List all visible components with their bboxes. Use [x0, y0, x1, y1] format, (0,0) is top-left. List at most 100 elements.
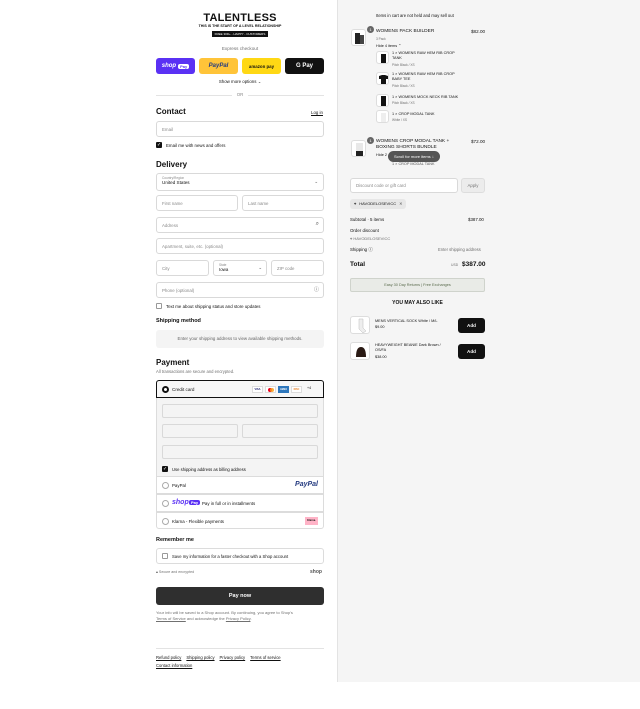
shop-logo: shop: [310, 569, 322, 575]
hide-items-toggle[interactable]: Hide 2: [376, 153, 387, 157]
card-expiry-field[interactable]: [162, 424, 238, 438]
radio-selected[interactable]: [162, 386, 169, 393]
mastercard-icon: [265, 386, 276, 393]
country-select[interactable]: Country/Region United States ⌄: [156, 173, 324, 191]
discount-code-field[interactable]: Discount code or gift card: [350, 178, 458, 193]
apartment-field[interactable]: Apartment, suite, etc. (optional): [156, 238, 324, 254]
payment-subtitle: All transactions are secure and encrypte…: [156, 369, 235, 374]
phone-field[interactable]: Phone (optional) ⓘ: [156, 282, 324, 298]
refund-policy-link[interactable]: Refund policy: [156, 655, 181, 660]
footer-links: Refund policy Shipping policy Privacy po…: [156, 655, 281, 660]
paypal-button[interactable]: PayPal: [199, 58, 238, 74]
state-select[interactable]: State Iowa ⌄: [213, 260, 267, 276]
hide-items-toggle[interactable]: Hide 4 items ⌃: [376, 43, 401, 48]
shipping-value: Enter shipping address: [438, 247, 481, 252]
subitem-thumbnail: [376, 110, 389, 123]
radio-unselected[interactable]: [162, 518, 169, 525]
subitem-thumbnail: [376, 51, 389, 64]
news-checkbox[interactable]: ✓: [156, 142, 162, 148]
apply-button[interactable]: Apply: [461, 178, 485, 193]
item-thumbnail: [351, 140, 366, 157]
shop-pay-button[interactable]: shop Pay: [156, 58, 195, 74]
subitem-thumbnail: [376, 94, 389, 107]
google-pay-button[interactable]: G Pay: [285, 58, 324, 74]
subitem-variant: Pitch Black / XS: [392, 101, 415, 105]
returns-banner: Easy 30 Day Returns | Free Exchanges: [350, 278, 485, 292]
pay-now-button[interactable]: Pay now: [156, 587, 324, 605]
news-checkbox-row[interactable]: ✓ Email me with news and offers: [156, 142, 225, 148]
billing-checkbox[interactable]: ✓: [162, 466, 168, 472]
add-button[interactable]: Add: [458, 344, 485, 359]
scroll-hint-pill[interactable]: Scroll for more items ↓: [388, 151, 440, 162]
currency-code: USD: [451, 263, 459, 267]
login-link[interactable]: Log in: [311, 110, 323, 115]
shipping-method-note: Enter your shipping address to view avai…: [156, 330, 324, 348]
upsell-thumbnail: [350, 316, 370, 334]
contact-title: Contact: [156, 107, 186, 116]
radio-unselected[interactable]: [162, 482, 169, 489]
brand-tagline: THIS IS THE START OF A LEVEL RELATIONSHI…: [198, 24, 282, 28]
address-field[interactable]: Address ⌕: [156, 217, 324, 233]
add-button[interactable]: Add: [458, 318, 485, 333]
contact-information-link[interactable]: Contact information: [156, 663, 192, 668]
subitem-variant: Pitch Black / XS: [392, 84, 415, 88]
card-number-field[interactable]: [162, 404, 318, 418]
payment-title: Payment: [156, 358, 190, 367]
item-name: WOMENS CROP MODAL TANK + BOXING SHORTS B…: [376, 139, 450, 150]
sms-checkbox-row[interactable]: Text me about shipping status and store …: [156, 303, 260, 309]
billing-checkbox-row[interactable]: ✓ Use shipping address as billing addres…: [162, 466, 246, 472]
save-info-checkbox[interactable]: [162, 553, 168, 559]
order-summary: Items in cart are not held and may sell …: [337, 0, 640, 682]
privacy-link[interactable]: Privacy Policy: [226, 616, 251, 621]
total-value: $387.00: [462, 261, 486, 268]
city-field[interactable]: City: [156, 260, 209, 276]
brand-logo[interactable]: TALENTLESS: [156, 12, 324, 24]
upsell-name: HEAVYWEIGHT BEANIE Dark Brown / OS/FA: [375, 343, 441, 352]
zip-field[interactable]: ZIP code: [271, 260, 324, 276]
klarna-option[interactable]: Klarna - Flexible payments Klarna.: [156, 512, 324, 529]
promo-badge: FREE 30D+ - HAPPY - CUSTOMERS: [211, 31, 269, 37]
save-info-row[interactable]: Save my information for a faster checkou…: [156, 548, 324, 564]
item-thumbnail: [351, 29, 366, 46]
delivery-title: Delivery: [156, 160, 188, 169]
email-field[interactable]: Email: [156, 121, 324, 137]
cart-notice: Items in cart are not held and may sell …: [376, 13, 454, 18]
shop-pay-option[interactable]: shop Pay Pay in full or in installments: [156, 494, 324, 512]
subitem-variant: White / XS: [392, 118, 408, 122]
radio-unselected[interactable]: [162, 500, 169, 507]
chevron-down-icon: ⌄: [257, 79, 262, 84]
card-name-field[interactable]: [162, 445, 318, 459]
discover-icon: DISC: [291, 386, 302, 393]
quantity-badge: 1: [367, 26, 374, 33]
search-icon: ⌕: [315, 221, 319, 227]
subitem-variant: Pitch Black / XS: [392, 63, 415, 67]
privacy-policy-link[interactable]: Privacy policy: [220, 655, 246, 660]
help-icon[interactable]: ⓘ: [314, 286, 319, 293]
card-cvv-field[interactable]: [242, 424, 318, 438]
upsell-thumbnail: [350, 342, 370, 360]
first-name-field[interactable]: First name: [156, 195, 238, 211]
subitem-thumbnail: [376, 72, 389, 85]
show-more-options[interactable]: Show more options ⌄: [156, 79, 324, 85]
tag-icon: ⌖: [354, 201, 357, 206]
chevron-down-icon: ⌄: [314, 179, 318, 184]
amazon-pay-button[interactable]: amazon pay: [242, 58, 281, 74]
upsell-price: $38.00: [375, 355, 387, 359]
help-icon[interactable]: ⓘ: [368, 247, 372, 252]
applied-code-chip: ⌖ HAVODELOSEVICC ✕: [350, 199, 407, 209]
paypal-option[interactable]: PayPal PayPal: [156, 476, 324, 494]
item-name: WOMENS PACK BUILDER: [376, 29, 435, 34]
secure-note: 🔒︎ Secure and encrypted: [156, 570, 195, 574]
express-checkout-title: Express checkout: [221, 46, 259, 51]
subitem-name: 1 × WOMENS MOCK NECK RIB TANK: [392, 95, 459, 99]
shipping-policy-link[interactable]: Shipping policy: [186, 655, 214, 660]
order-discount-label: Order discount: [350, 228, 379, 233]
remove-code-icon[interactable]: ✕: [399, 199, 402, 209]
sms-checkbox[interactable]: [156, 303, 162, 309]
subitem-name: 1 × CROP MODAL TANK: [392, 162, 435, 166]
credit-card-option[interactable]: Credit card VISA AMEX DISC +4: [156, 380, 324, 398]
last-name-field[interactable]: Last name: [242, 195, 324, 211]
terms-link[interactable]: Terms of Service: [156, 616, 186, 621]
chevron-down-icon: ⌄: [258, 265, 262, 270]
terms-of-service-link[interactable]: Terms of service: [250, 655, 280, 660]
